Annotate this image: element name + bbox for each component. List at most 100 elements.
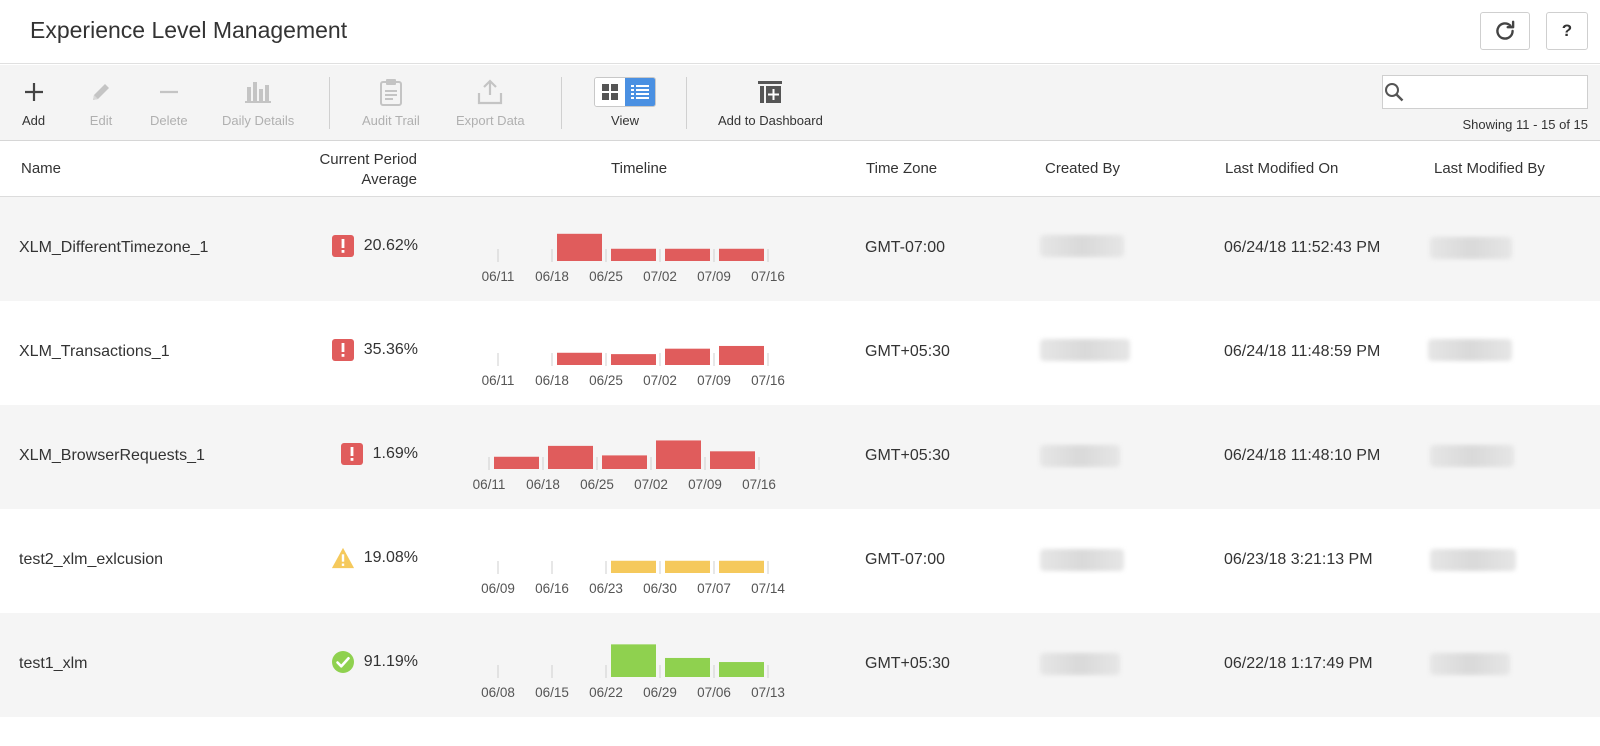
timeline-tick-label: 06/25 (589, 269, 623, 284)
timeline-bar (602, 455, 647, 469)
timeline-tick-label: 07/16 (751, 269, 785, 284)
timeline-tick-label: 06/11 (473, 477, 506, 492)
add-label: Add (22, 113, 46, 128)
row-time-zone: GMT+05:30 (865, 655, 950, 672)
timeline-bar (656, 440, 701, 469)
row-last-modified-on: 06/23/18 3:21:13 PM (1224, 551, 1373, 568)
timeline-tick-label: 06/18 (535, 269, 569, 284)
table-row[interactable]: test2_xlm_exlcusion 19.08% 06/09 06/16 06/… (0, 509, 1600, 613)
timeline-bar (719, 560, 764, 573)
help-icon: ? (1561, 21, 1573, 40)
row-time-zone: GMT-07:00 (865, 239, 946, 256)
row-name: XLM_DifferentTimezone_1 (19, 239, 209, 256)
grid-icon (602, 84, 618, 100)
bar-chart-icon (245, 82, 272, 103)
page-title: Experience Level Management (30, 17, 348, 43)
timeline-bar (665, 248, 710, 261)
exclamation-icon (331, 234, 355, 258)
row-average: 35.36% (331, 338, 418, 362)
column-header-last-modified-on[interactable]: Last Modified On (1225, 160, 1338, 177)
delete-label: Delete (150, 113, 188, 128)
exclamation-icon (331, 338, 355, 362)
add-button[interactable]: Add (22, 75, 45, 128)
timeline-tick-label: 06/11 (482, 373, 515, 388)
delete-button[interactable]: Delete (150, 75, 188, 128)
timeline-bar (611, 248, 656, 261)
timeline-tick-label: 06/25 (580, 477, 614, 492)
view-toggle-group[interactable] (594, 77, 656, 107)
row-last-modified-on: 06/22/18 1:17:49 PM (1224, 655, 1373, 672)
row-created-by-redacted (1040, 339, 1130, 361)
help-button[interactable]: ? (1546, 12, 1588, 50)
row-last-modified-on: 06/24/18 11:48:59 PM (1224, 343, 1381, 360)
warning-triangle-icon (331, 546, 355, 570)
export-data-button[interactable]: Export Data (456, 75, 525, 128)
toolbar: Add Edit Delete Daily Details Audit Trai… (0, 65, 1600, 141)
timeline-tick-label: 07/07 (697, 581, 731, 596)
edit-label: Edit (89, 113, 113, 128)
row-created-by-redacted (1040, 445, 1120, 467)
table-row[interactable]: XLM_BrowserRequests_1 1.69% 06/11 06/18 06… (0, 405, 1600, 509)
timeline-tick-label: 06/18 (535, 373, 569, 388)
search-box[interactable] (1382, 75, 1588, 109)
row-average-value: 1.69% (372, 445, 418, 462)
timeline-tick-label: 07/02 (634, 477, 668, 492)
timeline-bar (494, 456, 539, 469)
timeline-tick-label: 06/18 (526, 477, 560, 492)
table-row[interactable]: test1_xlm 91.19% 06/08 06/15 06/22 06/29 07/… (0, 613, 1600, 717)
column-header-time-zone[interactable]: Time Zone (866, 160, 937, 177)
timeline-svg: 06/11 06/18 06/25 07/02 07/09 07/16 (482, 233, 785, 284)
daily-details-button[interactable]: Daily Details (222, 75, 294, 128)
page-header: Experience Level Management ? (0, 0, 1600, 64)
add-to-dashboard-label: Add to Dashboard (718, 113, 823, 128)
row-average-value: 19.08% (363, 549, 418, 566)
timeline-bar (611, 560, 656, 573)
timeline-bar (557, 352, 602, 365)
column-header-average[interactable]: Current Period Average (250, 150, 417, 190)
search-input[interactable] (1405, 77, 1587, 107)
column-header-name[interactable]: Name (21, 160, 61, 177)
timeline-svg: 06/08 06/15 06/22 06/29 07/06 07/13 (481, 644, 785, 700)
table-row[interactable]: XLM_DifferentTimezone_1 20.62% 06/11 06/1… (0, 197, 1600, 301)
table-row[interactable]: XLM_Transactions_1 35.36% 06/11 06/18 06/2… (0, 301, 1600, 405)
view-toggle[interactable]: View (594, 75, 656, 128)
timeline-bar (719, 248, 764, 261)
timeline-svg: 06/11 06/18 06/25 07/02 07/09 07/16 (473, 440, 776, 492)
search-icon (1383, 77, 1405, 107)
pagination-status: Showing 11 - 15 of 15 (1462, 117, 1588, 132)
column-header-last-modified-by[interactable]: Last Modified By (1434, 160, 1545, 177)
column-header-average-line2: Average (361, 171, 417, 188)
grid-view-button[interactable] (595, 78, 625, 106)
timeline-tick-label: 06/22 (589, 685, 623, 700)
row-last-modified-by-redacted (1430, 445, 1514, 467)
refresh-button[interactable] (1480, 12, 1530, 50)
timeline-bar (611, 644, 656, 677)
timeline-bar (719, 662, 764, 677)
add-to-dashboard-button[interactable]: Add to Dashboard (718, 75, 823, 128)
list-view-button[interactable] (625, 78, 655, 106)
timeline-bar (665, 560, 710, 573)
row-average-value: 91.19% (363, 653, 418, 670)
export-icon (478, 79, 503, 105)
row-time-zone: GMT+05:30 (865, 343, 950, 360)
timeline-tick-label: 06/16 (535, 581, 569, 596)
timeline-tick-label: 07/14 (751, 581, 785, 596)
row-last-modified-by-redacted (1430, 237, 1512, 259)
check-circle-icon (331, 650, 355, 674)
view-label: View (611, 113, 639, 128)
audit-trail-button[interactable]: Audit Trail (362, 75, 420, 128)
timeline-tick-label: 07/06 (697, 685, 731, 700)
toolbar-divider (686, 77, 687, 129)
timeline-svg: 06/09 06/16 06/23 06/30 07/07 07/14 (481, 560, 785, 596)
row-name: XLM_Transactions_1 (19, 343, 170, 360)
row-last-modified-on: 06/24/18 11:52:43 PM (1224, 239, 1381, 256)
timeline-bar (710, 451, 755, 469)
column-header-created-by[interactable]: Created By (1045, 160, 1120, 177)
toolbar-divider (329, 77, 330, 129)
row-average-value: 35.36% (363, 341, 418, 358)
daily-details-label: Daily Details (222, 113, 295, 128)
edit-button[interactable]: Edit (89, 75, 113, 128)
timeline-tick-label: 06/25 (589, 373, 623, 388)
column-header-timeline[interactable]: Timeline (611, 160, 667, 177)
audit-trail-label: Audit Trail (362, 113, 420, 128)
